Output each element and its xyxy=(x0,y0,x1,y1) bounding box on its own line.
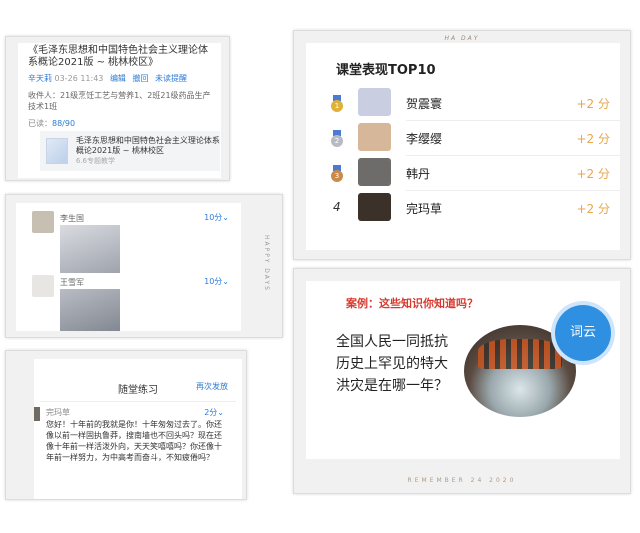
attachment-title: 毛泽东思想和中国特色社会主义理论体系概论2021版 ~ 桃林校区 xyxy=(75,136,220,155)
avatar xyxy=(358,123,391,151)
leaderboard-row[interactable]: 1 贺震寰 +2 分 xyxy=(330,86,620,121)
silver-medal-icon: 2 xyxy=(330,130,344,147)
avatar xyxy=(32,211,54,233)
edit-link[interactable]: 编辑 xyxy=(110,74,126,83)
student-name: 完玛草 xyxy=(406,202,443,216)
rank-number: 4 xyxy=(333,200,341,214)
submission-image[interactable] xyxy=(60,289,120,331)
exercise-panel: 随堂练习 再次发放 完玛草 2分⌄ 您好！十年前的我就是你！十年匆匆过去了。你还… xyxy=(34,359,242,499)
student-name: 李缨缨 xyxy=(406,132,443,146)
read-status: 已读：88/90 xyxy=(18,112,221,129)
case-body-text: 全国人民一同抵抗历史上罕见的特大洪灾是在哪一年？ xyxy=(336,334,448,394)
points: +2 分 xyxy=(576,132,610,146)
resend-button[interactable]: 再次发放 xyxy=(196,381,228,392)
message-meta: 辛天莉 03-26 11:43 编辑 撤回 未读提醒 xyxy=(18,69,221,84)
avatar xyxy=(34,407,40,421)
student-name: 韩丹 xyxy=(406,167,431,181)
decorative-date-text: REMEMBER 24 2020 xyxy=(407,477,517,484)
leaderboard-row[interactable]: 3 韩丹 +2 分 xyxy=(330,156,620,191)
read-count[interactable]: 88/90 xyxy=(52,119,75,128)
score-dropdown[interactable]: 10分⌄ xyxy=(204,212,229,223)
student-name: 李生国 xyxy=(60,214,84,223)
avatar xyxy=(358,158,391,186)
avatar xyxy=(358,88,391,116)
exercise-frame: 随堂练习 再次发放 完玛草 2分⌄ 您好！十年前的我就是你！十年匆匆过去了。你还… xyxy=(5,350,247,500)
student-name: 贺震寰 xyxy=(406,97,443,111)
leaderboard-title: 课堂表现TOP10 xyxy=(336,63,436,78)
case-question-heading: 案例：这些知识你知道吗？ xyxy=(346,297,478,310)
bronze-medal-icon: 3 xyxy=(330,165,344,182)
decorative-side-text: HAPPY DAYS xyxy=(263,235,270,292)
leaderboard-frame: HA DAY 课堂表现TOP10 1 贺震寰 +2 分 2 李缨缨 +2 分 3… xyxy=(293,30,631,260)
score-dropdown[interactable]: 10分⌄ xyxy=(204,276,229,287)
points: +2 分 xyxy=(576,167,610,181)
unread-reminder-link[interactable]: 未读提醒 xyxy=(155,74,187,83)
decorative-header-text: HA DAY xyxy=(444,35,480,42)
avatar xyxy=(32,275,54,297)
recall-link[interactable]: 撤回 xyxy=(132,74,148,83)
student-submissions: 李生国 10分⌄ 王雪军 10分⌄ xyxy=(16,203,241,331)
author-link[interactable]: 辛天莉 xyxy=(28,74,52,83)
word-cloud-button[interactable]: 词云 xyxy=(555,305,611,361)
case-slide-frame: 案例：这些知识你知道吗？ 全国人民一同抵抗历史上罕见的特大洪灾是在哪一年？ 词云… xyxy=(293,268,631,494)
attachment-info: 毛泽东思想和中国特色社会主义理论体系概论2021版 ~ 桃林校区 6.6专题教学 xyxy=(76,136,220,166)
read-label: 已读： xyxy=(28,119,52,128)
divider xyxy=(40,401,236,402)
avatar xyxy=(358,193,391,221)
leaderboard-row[interactable]: 2 李缨缨 +2 分 xyxy=(330,121,620,156)
leaderboard-row[interactable]: 4 完玛草 +2 分 xyxy=(330,191,620,226)
student-name: 王雪军 xyxy=(60,278,84,287)
student-name: 完玛草 xyxy=(46,408,70,417)
submission-image[interactable] xyxy=(60,225,120,273)
case-slide: 案例：这些知识你知道吗？ 全国人民一同抵抗历史上罕见的特大洪灾是在哪一年？ 词云 xyxy=(306,281,620,459)
student-submissions-frame: 李生国 10分⌄ 王雪军 10分⌄ HAPPY DAYS xyxy=(5,194,283,338)
points: +2 分 xyxy=(576,97,610,111)
points: +2 分 xyxy=(576,202,610,216)
message-datetime: 03-26 11:43 xyxy=(54,74,104,83)
message-title: 《毛泽东思想和中国特色社会主义理论体系概论2021版 ~ 桃林校区》 xyxy=(28,45,208,68)
gold-medal-icon: 1 xyxy=(330,95,344,112)
attachment-size: 6.6专题教学 xyxy=(75,157,115,165)
message-card: 《毛泽东思想和中国特色社会主义理论体系概论2021版 ~ 桃林校区》 辛天莉 0… xyxy=(18,43,221,178)
message-card-frame: 《毛泽东思想和中国特色社会主义理论体系概论2021版 ~ 桃林校区》 辛天莉 0… xyxy=(5,36,230,181)
message-recipients: 收件人：21级烹饪工艺与营养1、2班21级药品生产技术1班 xyxy=(28,91,211,111)
attachment-thumbnail xyxy=(46,138,68,164)
leaderboard: 课堂表现TOP10 1 贺震寰 +2 分 2 李缨缨 +2 分 3 韩丹 +2 … xyxy=(306,43,620,250)
attachment-card[interactable]: 毛泽东思想和中国特色社会主义理论体系概论2021版 ~ 桃林校区 6.6专题教学 xyxy=(40,131,220,171)
score-dropdown[interactable]: 2分⌄ xyxy=(204,407,224,418)
answer-text: 您好！十年前的我就是你！十年匆匆过去了。你还像以前一样固执鲁莽，搜南墙也不回头吗… xyxy=(46,420,222,462)
